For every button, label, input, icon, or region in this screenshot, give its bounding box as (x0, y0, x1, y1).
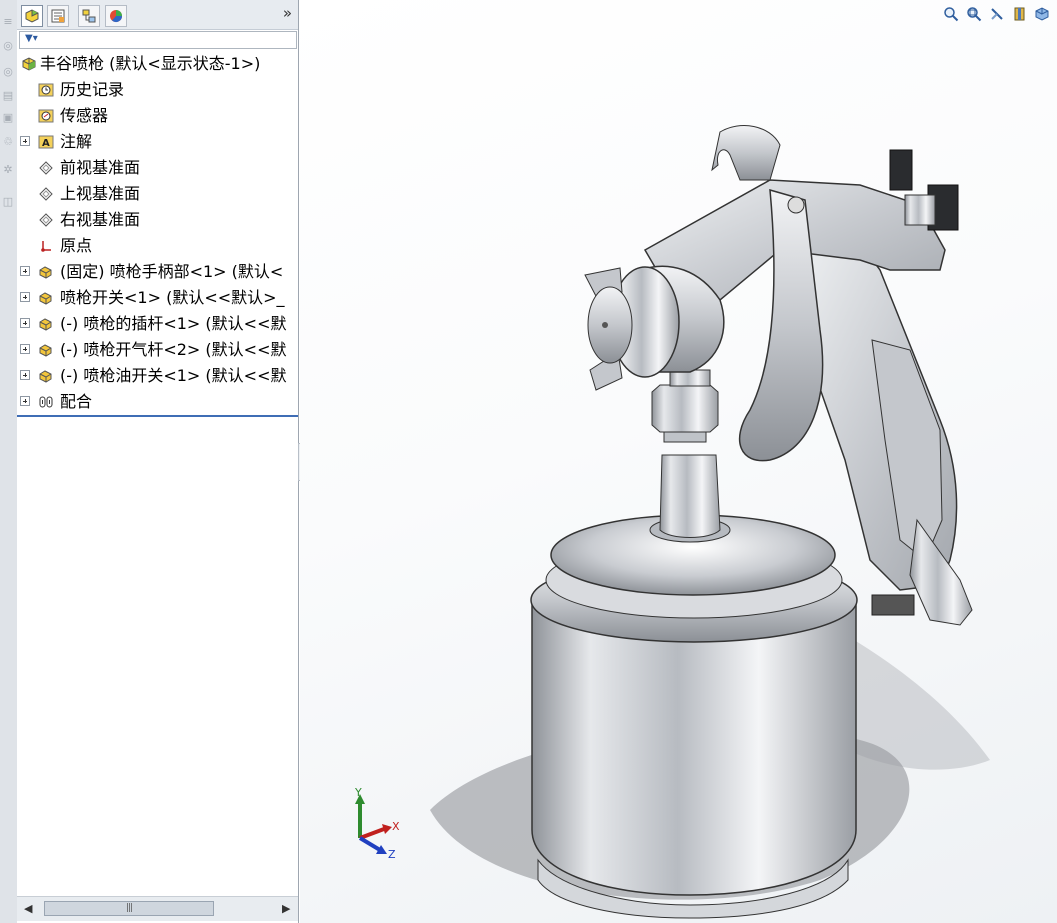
command-icon[interactable]: ▤ (2, 90, 14, 102)
annotation-icon: A (38, 135, 54, 149)
triad-y-label: Y (355, 786, 362, 799)
reference-triad: Y X Z (352, 786, 412, 866)
origin-icon (41, 241, 51, 252)
svg-text:A: A (42, 138, 50, 149)
part-icon (39, 318, 52, 331)
command-icon[interactable]: ♲ (2, 136, 14, 148)
triad-z-label: Z (388, 848, 396, 861)
command-strip: ≡ ◎ ◎ ▤ ▣ ♲ ✲ ◫ (0, 0, 18, 923)
scroll-left-icon[interactable]: ◀ (24, 902, 32, 915)
expand-toggle[interactable] (20, 396, 30, 406)
expand-toggle[interactable] (20, 318, 30, 328)
tree-item-label: 前视基准面 (60, 158, 141, 177)
command-icon[interactable]: ◫ (2, 196, 14, 208)
tree-item-top-plane[interactable]: 上视基准面 (17, 182, 298, 206)
scroll-right-icon[interactable]: ▶ (282, 902, 290, 915)
tree-item-label: (-) 喷枪开气杆<2> (默认<<默 (60, 340, 287, 359)
tree-item-label: (-) 喷枪油开关<1> (默认<<默 (60, 366, 287, 385)
displaymanager-icon (110, 10, 123, 23)
tree-item-label: 右视基准面 (60, 210, 141, 229)
sensor-icon (38, 109, 54, 123)
tree-item-front-plane[interactable]: 前视基准面 (17, 156, 298, 180)
tree-item-label: (-) 喷枪的插杆<1> (默认<<默 (60, 314, 287, 333)
tree-item-label: 注解 (60, 132, 93, 151)
configurationmanager-icon (82, 9, 96, 23)
command-icon[interactable]: ◎ (2, 66, 14, 78)
tree-filter[interactable]: ▼▾ (19, 31, 297, 49)
horizontal-scrollbar[interactable]: ◀ ||| ▶ (17, 896, 298, 921)
scroll-thumb[interactable]: ||| (44, 901, 214, 916)
tree-item-component[interactable]: (固定) 喷枪手柄部<1> (默认< (17, 260, 298, 284)
part-icon (39, 292, 52, 305)
propertymanager-icon (51, 9, 65, 23)
plane-icon (39, 161, 53, 175)
plane-icon (39, 187, 53, 201)
panel-splitter[interactable] (17, 415, 298, 417)
tree-item-label: 喷枪开关<1> (默认<<默认>_ (60, 288, 285, 307)
expand-chevron-icon[interactable]: » (283, 4, 292, 22)
tree-item-root[interactable]: 丰谷喷枪 (默认<显示状态-1>) (17, 52, 298, 76)
plane-icon (39, 213, 53, 227)
triad-x-label: X (392, 820, 400, 833)
expand-toggle[interactable] (20, 344, 30, 354)
featuremanager-tab[interactable] (21, 5, 43, 27)
tree-item-label: 传感器 (60, 106, 109, 125)
tree-item-mates[interactable]: 配合 (17, 390, 298, 414)
part-icon (39, 370, 52, 383)
filter-icon[interactable]: ▼▾ (25, 33, 38, 44)
tree-item-label: 配合 (60, 392, 93, 411)
manager-tab-bar: » (17, 0, 298, 30)
feature-manager-panel: » ▼▾ 丰谷喷枪 (默认<显示状态-1>) 历史记录 传感器 A 注解 前视基… (17, 0, 299, 923)
part-icon (39, 344, 52, 357)
tree-item-history[interactable]: 历史记录 (17, 78, 298, 102)
command-icon[interactable]: ▣ (2, 112, 14, 124)
spray-gun-model[interactable] (300, 0, 1057, 923)
command-icon[interactable]: ◎ (2, 40, 14, 52)
command-icon[interactable]: ≡ (2, 16, 14, 28)
configurationmanager-tab[interactable] (78, 5, 100, 27)
propertymanager-tab[interactable] (47, 5, 69, 27)
tree-item-label: (固定) 喷枪手柄部<1> (默认< (60, 262, 284, 281)
tree-item-annotations[interactable]: A 注解 (17, 130, 298, 154)
tree-item-right-plane[interactable]: 右视基准面 (17, 208, 298, 232)
expand-toggle[interactable] (20, 370, 30, 380)
tree-item-component[interactable]: (-) 喷枪油开关<1> (默认<<默 (17, 364, 298, 388)
grip-icon: ||| (126, 903, 133, 913)
tree-item-label: 上视基准面 (60, 184, 141, 203)
tree-item-component[interactable]: (-) 喷枪的插杆<1> (默认<<默 (17, 312, 298, 336)
tree-item-component[interactable]: 喷枪开关<1> (默认<<默认>_ (17, 286, 298, 310)
command-icon[interactable]: ✲ (2, 164, 14, 176)
tree-item-label: 丰谷喷枪 (默认<显示状态-1>) (40, 54, 261, 73)
featuremanager-icon (25, 9, 39, 23)
displaymanager-tab[interactable] (105, 5, 127, 27)
feature-tree: 丰谷喷枪 (默认<显示状态-1>) 历史记录 传感器 A 注解 前视基准面 上视… (17, 52, 298, 415)
history-icon (38, 83, 54, 97)
tree-item-label: 原点 (60, 236, 93, 255)
assembly-icon (22, 57, 36, 71)
tree-item-label: 历史记录 (60, 80, 125, 99)
graphics-viewport[interactable]: Y X Z (300, 0, 1057, 923)
expand-toggle[interactable] (20, 266, 30, 276)
expand-toggle[interactable] (20, 292, 30, 302)
part-icon (39, 266, 52, 279)
mates-icon (39, 396, 53, 408)
tree-item-sensors[interactable]: 传感器 (17, 104, 298, 128)
expand-toggle[interactable] (20, 136, 30, 146)
tree-item-component[interactable]: (-) 喷枪开气杆<2> (默认<<默 (17, 338, 298, 362)
tree-item-origin[interactable]: 原点 (17, 234, 298, 258)
